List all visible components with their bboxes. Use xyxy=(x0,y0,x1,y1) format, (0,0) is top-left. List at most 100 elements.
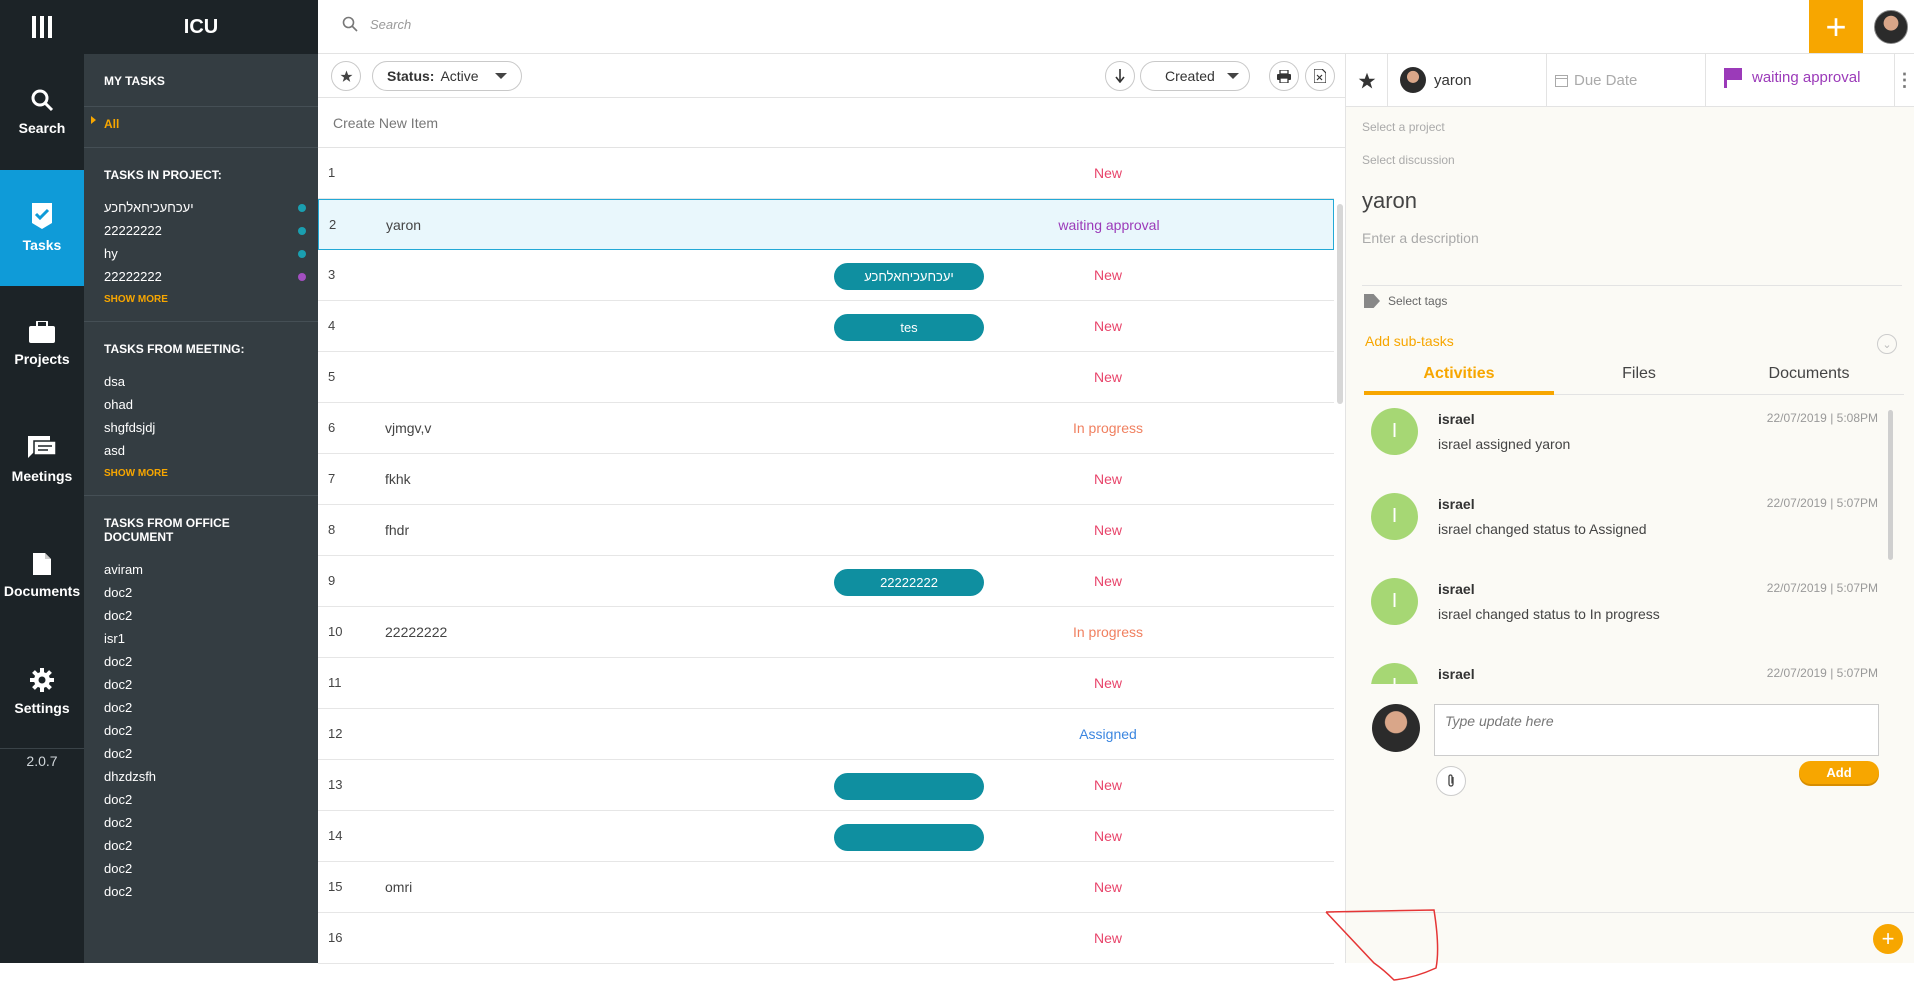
status-label: New xyxy=(1093,675,1122,691)
add-subtasks-link[interactable]: Add sub-tasks xyxy=(1365,333,1454,349)
office-doc-item[interactable]: doc2 xyxy=(104,857,298,880)
row-title: yaron xyxy=(386,217,422,233)
attach-button[interactable] xyxy=(1436,766,1466,796)
table-row[interactable]: 4 tes New xyxy=(318,301,1334,352)
project-item-label: hy xyxy=(104,246,118,261)
assignee-selector[interactable]: yaron xyxy=(1400,67,1472,93)
paperclip-icon xyxy=(1448,774,1454,787)
table-row[interactable]: 2 yaron waiting approval xyxy=(318,199,1334,250)
table-row[interactable]: 14 New xyxy=(318,811,1334,862)
description-input[interactable]: Enter a description xyxy=(1362,230,1479,246)
status-label: New xyxy=(1093,369,1122,385)
meeting-item[interactable]: dsa xyxy=(104,370,298,393)
office-doc-item[interactable]: doc2 xyxy=(104,673,298,696)
rail-meetings[interactable]: Meetings xyxy=(0,402,84,518)
table-row[interactable]: 11 New xyxy=(318,658,1334,709)
table-row[interactable]: 7 fkhk New xyxy=(318,454,1334,505)
sort-direction-button[interactable] xyxy=(1105,61,1135,91)
star-filter-button[interactable] xyxy=(331,61,361,91)
print-button[interactable] xyxy=(1269,61,1299,91)
update-input[interactable]: Type update here xyxy=(1434,704,1879,756)
table-row[interactable]: 5 New xyxy=(318,352,1334,403)
project-item[interactable]: hy xyxy=(104,242,306,265)
rail-search[interactable]: Search xyxy=(0,54,84,170)
create-item-input[interactable]: Create New Item xyxy=(318,98,1345,148)
nav-rail: Search Tasks Projects Meetings Documents… xyxy=(0,0,84,963)
tab-files[interactable]: Files xyxy=(1554,365,1724,383)
sort-dropdown[interactable]: Created xyxy=(1140,61,1250,91)
table-row[interactable]: 1 New xyxy=(318,148,1334,199)
list-scrollbar[interactable] xyxy=(1337,204,1343,404)
list-toolbar: Status: Active Created xyxy=(318,54,1345,98)
meetings-show-more[interactable]: SHOW MORE xyxy=(104,462,298,495)
app-title: ICU xyxy=(84,0,318,54)
office-doc-item[interactable]: dhzdzsfh xyxy=(104,765,298,788)
row-number: 16 xyxy=(328,930,343,945)
table-row[interactable]: 15 omri New xyxy=(318,862,1334,913)
table-row[interactable]: 13 New xyxy=(318,760,1334,811)
office-doc-item[interactable]: doc2 xyxy=(104,880,298,903)
activity-scrollbar[interactable] xyxy=(1888,410,1893,560)
search-box[interactable]: Search xyxy=(342,16,411,32)
add-floating-button[interactable]: + xyxy=(1873,924,1903,954)
office-doc-item[interactable]: doc2 xyxy=(104,650,298,673)
add-new-button[interactable]: + xyxy=(1809,0,1863,53)
projects-show-more[interactable]: SHOW MORE xyxy=(104,288,298,321)
status-label: New xyxy=(1093,522,1122,538)
status-label: New xyxy=(1093,828,1122,844)
calendar-icon xyxy=(1555,75,1568,87)
table-row[interactable]: 12 Assigned xyxy=(318,709,1334,760)
filter-all[interactable]: All xyxy=(91,107,298,147)
office-doc-item[interactable]: doc2 xyxy=(104,788,298,811)
rail-documents-label: Documents xyxy=(3,583,81,599)
office-doc-item[interactable]: doc2 xyxy=(104,581,298,604)
table-row[interactable]: 16 New xyxy=(318,913,1334,964)
task-title[interactable]: yaron xyxy=(1362,188,1417,214)
meeting-item[interactable]: shgfdsjdj xyxy=(104,416,298,439)
project-item[interactable]: יעכחעכיחאלחכע xyxy=(104,196,306,219)
office-doc-item[interactable]: doc2 xyxy=(104,719,298,742)
meeting-item[interactable]: asd xyxy=(104,439,298,462)
project-item[interactable]: 22222222 xyxy=(104,265,306,288)
activity-text: israel changed status to Assigned xyxy=(1438,521,1647,537)
discussion-selector[interactable]: Select discussion xyxy=(1362,153,1455,167)
task-filter-panel: ICU MY TASKS All TASKS IN PROJECT: יעכחע… xyxy=(84,0,318,963)
project-item[interactable]: 22222222 xyxy=(104,219,306,242)
row-number: 11 xyxy=(328,675,342,690)
status-filter-dropdown[interactable]: Status: Active xyxy=(372,61,522,91)
office-doc-item[interactable]: isr1 xyxy=(104,627,298,650)
tab-documents[interactable]: Documents xyxy=(1724,365,1894,383)
table-row[interactable]: 6 vjmgv,v In progress xyxy=(318,403,1334,454)
due-date-picker[interactable]: Due Date xyxy=(1546,54,1706,107)
office-doc-item[interactable]: doc2 xyxy=(104,834,298,857)
table-row[interactable]: 10 22222222 In progress xyxy=(318,607,1334,658)
export-button[interactable] xyxy=(1305,61,1335,91)
row-number: 15 xyxy=(328,879,343,894)
star-toggle[interactable] xyxy=(1346,54,1388,107)
user-avatar[interactable] xyxy=(1874,10,1908,44)
tags-selector[interactable]: Select tags xyxy=(1364,294,1447,308)
office-doc-item[interactable]: doc2 xyxy=(104,604,298,627)
table-row[interactable]: 3 יעכחעכיחאלחכע New xyxy=(318,250,1334,301)
rail-settings[interactable]: Settings xyxy=(0,634,84,750)
project-selector[interactable]: Select a project xyxy=(1362,120,1445,134)
meeting-item[interactable]: ohad xyxy=(104,393,298,416)
office-doc-item[interactable]: aviram xyxy=(104,558,298,581)
add-update-button[interactable]: Add xyxy=(1799,761,1879,784)
office-doc-item[interactable]: doc2 xyxy=(104,742,298,765)
chevron-down-icon[interactable]: ⌄ xyxy=(1877,334,1897,354)
table-row[interactable]: 9 22222222 New xyxy=(318,556,1334,607)
status-label: New xyxy=(1093,777,1122,793)
search-input[interactable]: Search xyxy=(370,17,411,32)
table-row[interactable]: 8 fhdr New xyxy=(318,505,1334,556)
menu-icon[interactable] xyxy=(0,0,84,54)
row-number: 9 xyxy=(328,573,336,588)
office-doc-item[interactable]: doc2 xyxy=(104,811,298,834)
rail-projects[interactable]: Projects xyxy=(0,286,84,402)
rail-documents[interactable]: Documents xyxy=(0,518,84,634)
office-doc-item[interactable]: doc2 xyxy=(104,696,298,719)
more-options-icon[interactable]: ⋮ xyxy=(1894,54,1914,107)
tab-activities[interactable]: Activities xyxy=(1364,365,1554,383)
status-selector[interactable]: waiting approval xyxy=(1724,68,1860,88)
rail-tasks[interactable]: Tasks xyxy=(0,170,84,286)
